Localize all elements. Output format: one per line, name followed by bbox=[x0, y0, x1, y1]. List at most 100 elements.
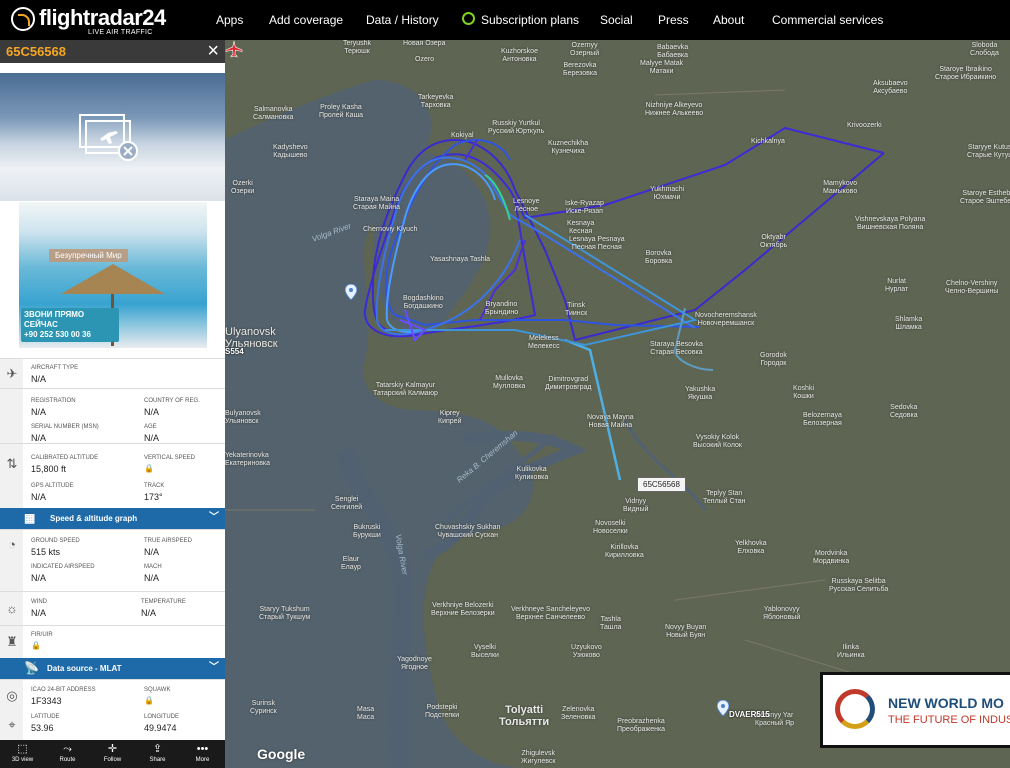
more-label: More bbox=[195, 757, 210, 763]
logo-text: flightradar24 bbox=[39, 5, 166, 30]
place-label: Sedovka Седовка bbox=[890, 404, 918, 419]
place-label: Kichkalnya bbox=[751, 138, 785, 145]
ad-call-to-action[interactable]: ЗВОНИ ПРЯМО СЕЙЧАС +90 252 530 00 36 bbox=[21, 308, 119, 342]
altitude-section: ⇅ CALIBRATED ALTITUDE 15,800 ft VERTICAL… bbox=[0, 443, 225, 508]
3d-view-label: 3D view bbox=[11, 757, 34, 763]
control-tower-icon: ♜ bbox=[6, 634, 18, 649]
place-label: Yukhmachi Юхмачи bbox=[650, 186, 685, 201]
place-label: Verkhniye Belozerki Верхние Белозерки bbox=[431, 602, 495, 617]
aircraft-callsign: 65C56568 bbox=[6, 44, 66, 59]
place-label: Ozero bbox=[415, 56, 435, 63]
place-label: Mullovka Мулловка bbox=[493, 375, 526, 390]
speedometer-icon: ◔ bbox=[8, 537, 16, 552]
nav-about[interactable]: About bbox=[713, 0, 744, 40]
latitude-label: LATITUDE bbox=[31, 714, 60, 720]
place-label: Ilinka Ильинка bbox=[837, 644, 865, 659]
icao-value: 1F3343 bbox=[31, 696, 62, 706]
place-label: Nurlat Нурлат bbox=[885, 278, 909, 293]
logo-subtitle: LIVE AIR TRAFFIC bbox=[88, 29, 153, 36]
airplane-icon: ✈ bbox=[6, 366, 18, 381]
squawk-label: SQUAWK bbox=[144, 687, 171, 693]
cube-icon: ⬚ bbox=[17, 743, 28, 755]
place-label: Chernoviy Klyuch bbox=[363, 226, 418, 233]
selected-aircraft-icon[interactable] bbox=[225, 40, 243, 58]
place-label: Proley Kasha Пролей Каша bbox=[319, 104, 363, 119]
place-label: Ozerki Озерки bbox=[231, 180, 255, 195]
lock-icon[interactable]: 🔒 bbox=[144, 464, 154, 473]
ad-banner-text: Безупречный Мир bbox=[49, 249, 128, 262]
place-label: Aksubaevo Аксубаево bbox=[873, 80, 908, 95]
place-label: Staraya Maina Старая Майна bbox=[353, 196, 401, 211]
place-label: Staryy Tukshum Старый Тукшум bbox=[259, 606, 311, 621]
advertisement-banner[interactable]: NEW WORLD MO THE FUTURE OF INDUS bbox=[820, 672, 1010, 748]
place-label: Lesnaya Pesnaya Песная Песная bbox=[569, 236, 625, 251]
data-source-toggle[interactable]: 📡 Data source - MLAT ﹀ bbox=[0, 658, 225, 679]
place-label: Malyye Matak Матаки bbox=[640, 60, 684, 75]
nav-data-history[interactable]: Data / History bbox=[366, 0, 439, 40]
lock-icon[interactable]: 🔒 bbox=[144, 696, 154, 705]
true-airspeed-value: N/A bbox=[144, 547, 160, 557]
place-label: Novyy Buyan Новый Буян bbox=[665, 624, 707, 639]
fir-section: ♜ FIR/UIR 🔒 bbox=[0, 625, 225, 658]
nav-add-coverage[interactable]: Add coverage bbox=[269, 0, 343, 40]
place-label: Kuzhorskoe Антоновка bbox=[501, 48, 538, 63]
airport-label[interactable]: S554 bbox=[225, 347, 244, 356]
advertisement-subtitle: THE FUTURE OF INDUS bbox=[888, 714, 1010, 726]
speed-altitude-graph-toggle[interactable]: ▦ Speed & altitude graph ﹀ bbox=[0, 508, 225, 529]
graph-icon: ▦ bbox=[24, 511, 36, 525]
place-label: Staraya Besovka Старая Бесовка bbox=[650, 341, 703, 356]
place-label: Elaur Елаур bbox=[341, 556, 361, 571]
place-label: Berezovka Березовка bbox=[563, 62, 597, 77]
route-icon: ⤳ bbox=[63, 743, 72, 755]
place-label: Mamykovo Мамыково bbox=[823, 180, 858, 195]
share-icon: ⇪ bbox=[152, 743, 163, 755]
route-button[interactable]: ⤳ Route bbox=[45, 740, 90, 768]
place-label: Bryandino Брындино bbox=[485, 301, 519, 316]
place-label: Tatarskiy Kalmayur Татарский Калмаюр bbox=[373, 382, 438, 397]
ad-cta-line2: +90 252 530 00 36 bbox=[24, 330, 91, 339]
follow-button[interactable]: ✛ Follow bbox=[90, 740, 135, 768]
advertisement-title: NEW WORLD MO bbox=[888, 695, 1004, 711]
place-label: Uzyukovo Узюково bbox=[571, 644, 602, 659]
place-label: Chelno-Vershiny Челно-Вершины bbox=[945, 280, 999, 295]
more-button[interactable]: ••• More bbox=[180, 740, 225, 768]
lock-icon[interactable]: 🔒 bbox=[31, 641, 41, 650]
chevron-down-icon: ﹀ bbox=[209, 662, 219, 673]
place-label: Новая Озера bbox=[403, 40, 446, 47]
track-value: 173° bbox=[144, 492, 163, 502]
nav-subscription-plans[interactable]: Subscription plans bbox=[462, 0, 579, 40]
3d-view-button[interactable]: ⬚ 3D view bbox=[0, 740, 45, 768]
close-icon[interactable]: × bbox=[207, 40, 219, 62]
airport-pin-icon[interactable] bbox=[345, 284, 357, 300]
ground-speed-value: 515 kts bbox=[31, 547, 61, 557]
nav-social[interactable]: Social bbox=[600, 0, 633, 40]
share-button[interactable]: ⇪ Share bbox=[135, 740, 180, 768]
temperature-label: TEMPERATURE bbox=[141, 599, 186, 605]
city-label-tolyatti: Tolyatti Тольятти bbox=[499, 704, 550, 728]
airport-label[interactable]: DVAER515 bbox=[729, 710, 770, 719]
speed-section: ◔ GROUND SPEED 515 kts TRUE AIRSPEED N/A… bbox=[0, 529, 225, 592]
place-label: Vysokiy Kolok Высокий Колок bbox=[693, 434, 742, 449]
place-label: Preobrazhenka Преображенка bbox=[617, 718, 666, 733]
map-view[interactable]: Teryushk Терюшк Ozero Новая Озера Kuzhors… bbox=[225, 40, 1010, 768]
place-label: Vishnevskaya Polyana Вишневская Поляна bbox=[855, 216, 926, 231]
aircraft-section: ✈ AIRCRAFT TYPE N/A bbox=[0, 358, 225, 389]
weather-icon: ☼ bbox=[6, 601, 18, 616]
wind-value: N/A bbox=[31, 608, 47, 618]
nav-apps[interactable]: Apps bbox=[216, 0, 243, 40]
place-label: Oktyabr Октябрь bbox=[760, 234, 788, 249]
age-label: AGE bbox=[144, 424, 157, 430]
place-label: Yagodnoye Ягодное bbox=[397, 656, 432, 671]
nav-press[interactable]: Press bbox=[658, 0, 689, 40]
nav-commercial-services[interactable]: Commercial services bbox=[772, 0, 883, 40]
aircraft-callsign-tag[interactable]: 65C56568 bbox=[637, 477, 686, 492]
airport-pin-icon[interactable] bbox=[717, 700, 729, 716]
crosshair-icon: ✛ bbox=[107, 743, 118, 755]
more-dots-icon: ••• bbox=[196, 743, 209, 755]
indicated-airspeed-label: INDICATED AIRSPEED bbox=[31, 564, 95, 570]
place-label: Sloboda Слобода bbox=[970, 42, 999, 57]
place-label: Novocheremshansk Новочеремшанск bbox=[695, 312, 757, 327]
panel-advertisement[interactable]: Безупречный Мир ЗВОНИ ПРЯМО СЕЙЧАС +90 25… bbox=[19, 202, 207, 348]
place-label: Iske-Ryazap Иске-Рязап bbox=[565, 200, 604, 215]
place-label: Podstepki Подстепки bbox=[425, 704, 460, 719]
